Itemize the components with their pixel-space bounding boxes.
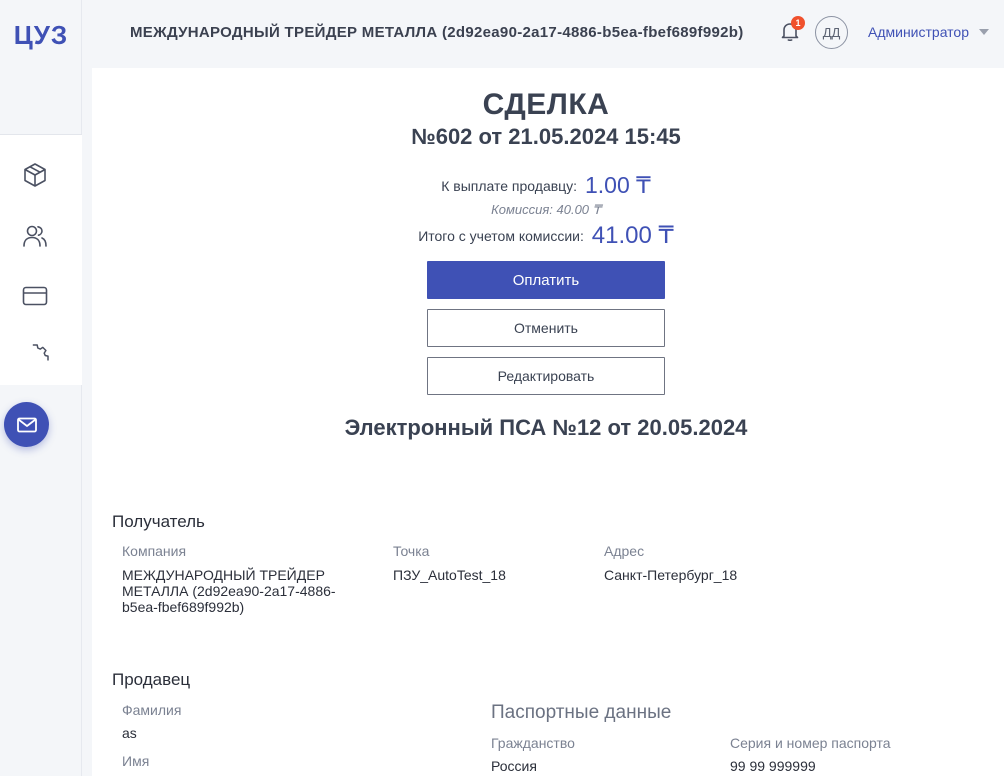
card-icon[interactable] [20, 281, 50, 311]
surname-value: as [122, 725, 137, 741]
seller-payout-amount: 1.00 ₸ [584, 172, 651, 198]
mail-icon [16, 417, 37, 432]
mail-button[interactable] [4, 402, 49, 447]
passport-number-label: Серия и номер паспорта [730, 735, 891, 751]
recipient-heading: Получатель [112, 512, 205, 531]
address-value: Санкт-Петербург_18 [604, 567, 738, 583]
user-role-label: Администратор [868, 24, 970, 40]
point-value: ПЗУ_AutoTest_18 [393, 567, 506, 583]
top-bar: МЕЖДУНАРОДНЫЙ ТРЕЙДЕР МЕТАЛЛА (2d92ea90-… [82, 0, 1004, 68]
company-value: МЕЖДУНАРОДНЫЙ ТРЕЙДЕР МЕТАЛЛА (2d92ea90-… [122, 567, 336, 615]
organization-title: МЕЖДУНАРОДНЫЙ ТРЕЙДЕР МЕТАЛЛА (2d92ea90-… [130, 24, 744, 41]
passport-number-value: 99 99 999999 [730, 758, 816, 774]
notification-badge: 1 [791, 16, 805, 30]
main-content: СДЕЛКА №602 от 21.05.2024 15:45 К выплат… [92, 68, 1004, 776]
address-label: Адрес [604, 543, 645, 559]
seller-payout-row: К выплате продавцу: 1.00 ₸ [92, 172, 1000, 199]
company-label: Компания [122, 543, 187, 559]
deal-subtitle: №602 от 21.05.2024 15:45 [411, 124, 681, 149]
total-row: Итого с учетом комиссии: 41.00 ₸ [92, 221, 1000, 250]
sidebar: ЦУЗ [0, 0, 82, 776]
surname-label: Фамилия [122, 702, 182, 718]
chevron-down-icon [979, 29, 990, 35]
seller-payout-label: К выплате продавцу: [441, 178, 578, 194]
users-icon[interactable] [20, 221, 50, 251]
pay-button[interactable]: Оплатить [427, 261, 665, 299]
total-amount: 41.00 ₸ [591, 222, 674, 249]
citizenship-value: Россия [491, 758, 537, 774]
seller-heading: Продавец [112, 670, 191, 689]
user-role-dropdown[interactable]: Администратор [868, 24, 990, 40]
avatar[interactable]: ДД [815, 16, 848, 49]
name-label: Имя [122, 753, 150, 769]
passport-heading: Паспортные данные [491, 702, 672, 723]
psa-title: Электронный ПСА №12 от 20.05.2024 [344, 415, 748, 440]
commission-text: Комиссия: 40.00 ₸ [491, 202, 601, 217]
edit-button[interactable]: Редактировать [427, 357, 665, 395]
cancel-button[interactable]: Отменить [427, 309, 665, 347]
page-title: СДЕЛКА [482, 88, 610, 121]
settings-icon[interactable] [20, 341, 50, 371]
box-icon[interactable] [20, 160, 50, 190]
total-label: Итого с учетом комиссии: [418, 228, 584, 244]
citizenship-label: Гражданство [491, 735, 575, 751]
app-logo[interactable]: ЦУЗ [0, 20, 82, 51]
point-label: Точка [393, 543, 430, 559]
